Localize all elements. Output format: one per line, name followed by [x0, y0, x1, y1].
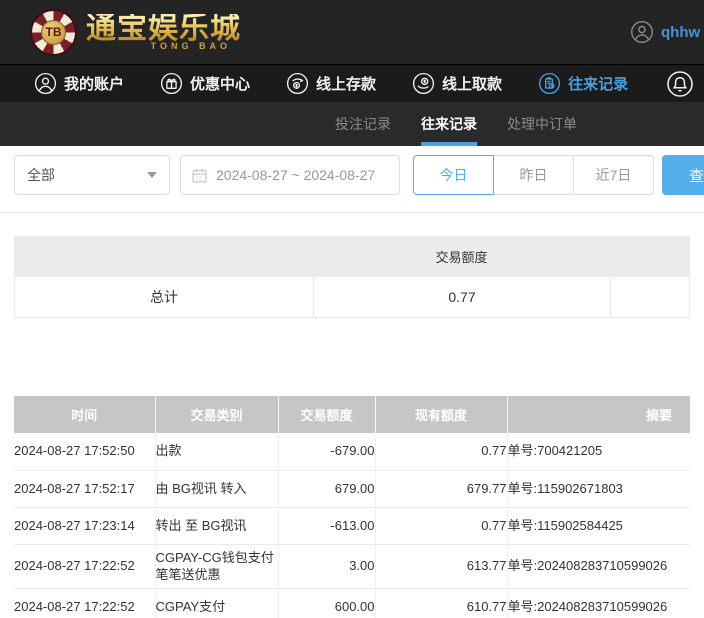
nav-item-promotions[interactable]: 优惠中心	[160, 72, 250, 95]
logo-title: 通宝娱乐城	[86, 11, 241, 45]
quick-last7days-button[interactable]: 近7日	[573, 155, 654, 195]
column-header-summary: 摘要	[507, 396, 690, 433]
table-row: 2024-08-27 17:23:14 转出 至 BG视讯 -613.00 0.77 单…	[14, 507, 690, 545]
nav-item-deposit[interactable]: 线上存款	[286, 72, 376, 95]
column-header-time: 时间	[14, 396, 156, 433]
cell-type: CGPAY支付	[155, 588, 279, 618]
column-header-type: 交易类别	[155, 396, 279, 433]
summary-empty-cell	[611, 277, 689, 317]
quick-yesterday-button[interactable]: 昨日	[493, 155, 574, 195]
nav-item-label: 优惠中心	[190, 76, 251, 93]
records-icon	[539, 72, 561, 95]
user-icon	[34, 72, 57, 95]
calendar-icon	[192, 168, 207, 183]
cell-balance: 613.77	[375, 544, 508, 589]
chip-tb-label: TB	[41, 19, 66, 45]
table-row: 2024-08-27 17:22:52 CGPAY-CG钱包支付笔笔送优惠 3.00…	[14, 544, 690, 589]
nav-item-my-account[interactable]: 我的账户	[34, 72, 124, 95]
logo-link[interactable]: TB 通宝娱乐城 TONG BAO	[30, 8, 241, 56]
summary-table: 交易额度 总计 0.77	[14, 236, 690, 318]
summary-header-amount: 交易额度	[435, 250, 488, 265]
table-row: 2024-08-27 17:52:50 出款 -679.00 0.77 单号:70042…	[14, 433, 690, 471]
deposit-icon	[286, 72, 309, 95]
poker-chip-icon: TB	[30, 8, 77, 56]
cell-type: 由 BG视讯 转入	[155, 470, 279, 508]
bell-icon	[667, 71, 693, 97]
cell-summary: 单号:115902671803	[507, 470, 690, 508]
logo-subtitle: TONG BAO	[150, 40, 231, 51]
quick-date-group: 今日 昨日 近7日	[413, 155, 654, 195]
tab-label: 往来记录	[421, 116, 477, 132]
cell-amount: 679.00	[278, 470, 376, 508]
nav-item-withdraw[interactable]: 线上取款	[412, 72, 502, 95]
nav-item-label: 往来记录	[568, 76, 629, 93]
quick-today-button[interactable]: 今日	[413, 155, 494, 195]
summary-total-row: 总计 0.77	[14, 277, 690, 318]
user-account[interactable]: qhhw	[630, 0, 700, 64]
tab-label: 投注记录	[335, 116, 391, 132]
cell-type: 出款	[155, 433, 279, 471]
cell-summary: 单号:700421205	[507, 433, 690, 471]
summary-total-value: 0.77	[314, 277, 611, 317]
type-select[interactable]: 全部	[14, 155, 170, 195]
cell-time: 2024-08-27 17:23:14	[14, 507, 156, 545]
transactions-table: 时间 交易类别 交易额度 现有额度 摘要 2024-08-27 17:52:50…	[14, 396, 690, 618]
cell-time: 2024-08-27 17:22:52	[14, 588, 156, 618]
cell-summary: 单号:115902584425	[507, 507, 690, 545]
nav-item-label: 线上存款	[316, 76, 377, 93]
cell-amount: -679.00	[278, 433, 376, 471]
transactions-body: 2024-08-27 17:52:50 出款 -679.00 0.77 单号:70042…	[14, 433, 690, 618]
tab-label: 处理中订单	[507, 116, 577, 132]
cell-balance: 0.77	[375, 433, 508, 471]
date-range-value: 2024-08-27 ~ 2024-08-27	[216, 167, 376, 183]
cell-balance: 679.77	[375, 470, 508, 508]
nav-item-label: 线上取款	[442, 76, 503, 93]
summary-header-row: 交易额度	[14, 236, 690, 277]
logo-text: 通宝娱乐城 TONG BAO	[86, 11, 241, 51]
withdraw-icon	[413, 72, 435, 95]
cell-summary: 单号:202408283710599026	[507, 588, 690, 618]
nav-item-label: 我的账户	[64, 76, 125, 93]
cell-time: 2024-08-27 17:52:50	[14, 433, 156, 471]
username: qhhw	[661, 23, 701, 41]
date-range-input[interactable]: 2024-08-27 ~ 2024-08-27	[180, 155, 400, 195]
tab-bar: 投注记录 往来记录 处理中订单	[0, 102, 704, 146]
chevron-down-icon	[147, 172, 157, 178]
tab-transaction-records[interactable]: 往来记录	[421, 102, 477, 146]
table-header-row: 时间 交易类别 交易额度 现有额度 摘要	[14, 396, 690, 433]
gift-icon	[160, 72, 183, 95]
tab-processing-orders[interactable]: 处理中订单	[507, 102, 577, 146]
cell-summary: 单号:202408283710599026	[507, 544, 690, 589]
column-header-balance: 现有额度	[375, 396, 508, 433]
top-bar: TB 通宝娱乐城 TONG BAO qhhw	[0, 0, 704, 64]
notifications-button[interactable]	[666, 70, 694, 103]
cell-time: 2024-08-27 17:52:17	[14, 470, 156, 508]
cell-amount: 3.00	[278, 544, 376, 589]
nav-item-records[interactable]: 往来记录	[538, 72, 628, 95]
transactions-section: 时间 交易类别 交易额度 现有额度 摘要 2024-08-27 17:52:50…	[14, 396, 690, 618]
cell-time: 2024-08-27 17:22:52	[14, 544, 156, 589]
section-divider	[0, 212, 704, 213]
column-header-amount: 交易额度	[278, 396, 376, 433]
type-select-value: 全部	[27, 167, 55, 183]
tab-betting-records[interactable]: 投注记录	[335, 102, 391, 146]
filter-bar: 全部 2024-08-27 ~ 2024-08-27 今日 昨日 近7日 查询	[14, 155, 704, 195]
cell-type: 转出 至 BG视讯	[155, 507, 279, 545]
user-avatar-icon	[630, 20, 654, 44]
cell-balance: 0.77	[375, 507, 508, 545]
cell-amount: -613.00	[278, 507, 376, 545]
table-row: 2024-08-27 17:22:52 CGPAY支付 600.00 610.77 单号…	[14, 588, 690, 618]
search-button[interactable]: 查询	[662, 155, 704, 195]
cell-balance: 610.77	[375, 588, 508, 618]
cell-amount: 600.00	[278, 588, 376, 618]
table-row: 2024-08-27 17:52:17 由 BG视讯 转入 679.00 679.77…	[14, 470, 690, 508]
page: TB 通宝娱乐城 TONG BAO qhhw 我的账户 优惠中心 线上存款 线上…	[0, 0, 704, 618]
main-nav: 我的账户 优惠中心 线上存款 线上取款 往来记录	[0, 64, 704, 102]
cell-type: CGPAY-CG钱包支付笔笔送优惠	[155, 544, 279, 589]
summary-total-label: 总计	[15, 277, 314, 317]
